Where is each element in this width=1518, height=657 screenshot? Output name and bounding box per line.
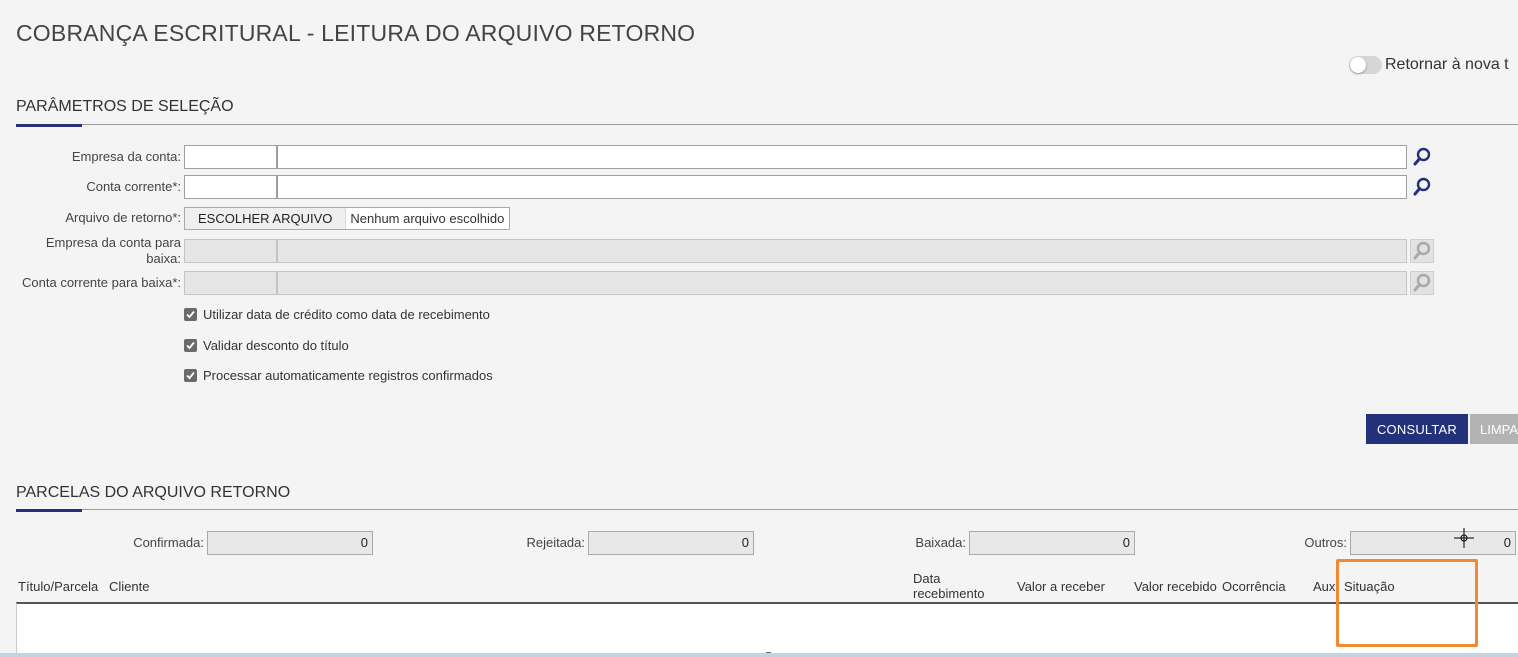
col-valor-receber[interactable]: Valor a receber	[1017, 579, 1105, 594]
limpar-button[interactable]: LIMPA	[1470, 414, 1518, 444]
check-icon	[186, 371, 195, 380]
conta-corrente-name-input[interactable]	[277, 175, 1407, 199]
parcelas-section-title: PARCELAS DO ARQUIVO RETORNO	[16, 484, 291, 501]
selection-divider	[16, 124, 1518, 125]
col-data-recebimento[interactable]: Data recebimento	[913, 571, 985, 601]
empresa-conta-code-input[interactable]	[184, 145, 277, 169]
col-data-line1: Data	[913, 571, 941, 586]
search-icon	[1413, 241, 1431, 260]
grid-body	[16, 602, 1518, 653]
baixada-count: 0	[969, 531, 1135, 555]
search-icon	[1413, 147, 1431, 166]
search-icon	[1413, 177, 1431, 196]
conta-corrente-search-button[interactable]	[1410, 175, 1434, 199]
choose-file-button[interactable]: ESCOLHER ARQUIVO	[185, 208, 347, 229]
check-icon	[186, 310, 195, 319]
outros-label: Outros:	[1304, 535, 1347, 550]
baixada-label: Baixada:	[915, 535, 966, 550]
file-input[interactable]: ESCOLHER ARQUIVO Nenhum arquivo escolhid…	[184, 207, 510, 230]
situacao-highlight	[1336, 559, 1478, 647]
option-auto-process[interactable]: Processar automaticamente registros conf…	[184, 368, 493, 383]
outros-count: 0	[1350, 531, 1516, 555]
col-cliente[interactable]: Cliente	[109, 579, 149, 594]
parcelas-divider	[16, 509, 1518, 510]
empresa-baixa-code-input	[184, 239, 277, 263]
empresa-baixa-search-button	[1410, 239, 1434, 263]
col-valor-recebido[interactable]: Valor recebido	[1134, 579, 1217, 594]
search-icon	[1413, 273, 1431, 292]
selection-section-title: PARÂMETROS DE SELEÇÃO	[16, 98, 234, 115]
empresa-baixa-name-input	[277, 239, 1407, 263]
crosshair-cursor-icon	[1454, 528, 1474, 548]
credit-date-label: Utilizar data de crédito como data de re…	[203, 307, 490, 322]
conta-baixa-name-input	[277, 271, 1407, 295]
conta-baixa-label: Conta corrente para baixa*:	[22, 275, 181, 290]
arquivo-retorno-label: Arquivo de retorno*:	[65, 210, 181, 225]
rejeitada-count: 0	[588, 531, 754, 555]
conta-corrente-label: Conta corrente*:	[86, 179, 181, 194]
col-aux[interactable]: Aux	[1313, 579, 1335, 594]
file-status: Nenhum arquivo escolhido	[350, 211, 505, 226]
validate-discount-checkbox[interactable]	[184, 339, 197, 352]
col-ocorrencia[interactable]: Ocorrência	[1222, 579, 1286, 594]
return-toggle[interactable]: Retornar à nova t	[1349, 56, 1509, 74]
col-data-line2: recebimento	[913, 586, 985, 601]
validate-discount-label: Validar desconto do título	[203, 338, 349, 353]
toggle-knob	[1350, 57, 1366, 73]
confirmada-count: 0	[207, 531, 373, 555]
option-validate-discount[interactable]: Validar desconto do título	[184, 338, 349, 353]
selection-accent	[16, 124, 82, 127]
conta-corrente-code-input[interactable]	[184, 175, 277, 199]
auto-process-label: Processar automaticamente registros conf…	[203, 368, 493, 383]
empresa-baixa-label: Empresa da conta para baixa:	[1, 235, 181, 267]
consultar-button[interactable]: CONSULTAR	[1366, 414, 1468, 444]
parcelas-accent	[16, 509, 82, 512]
option-credit-date[interactable]: Utilizar data de crédito como data de re…	[184, 307, 490, 322]
conta-baixa-search-button	[1410, 271, 1434, 295]
toggle-switch[interactable]	[1349, 56, 1382, 74]
auto-process-checkbox[interactable]	[184, 369, 197, 382]
empresa-conta-name-input[interactable]	[277, 145, 1407, 169]
page-title: COBRANÇA ESCRITURAL - LEITURA DO ARQUIVO…	[16, 20, 696, 46]
bottom-scrollbar[interactable]	[0, 653, 1518, 657]
check-icon	[186, 341, 195, 350]
conta-baixa-code-input	[184, 271, 277, 295]
toggle-label: Retornar à nova t	[1385, 56, 1509, 73]
confirmada-label: Confirmada:	[133, 535, 204, 550]
credit-date-checkbox[interactable]	[184, 308, 197, 321]
col-titulo-parcela[interactable]: Título/Parcela	[18, 579, 98, 594]
empresa-conta-search-button[interactable]	[1410, 145, 1434, 169]
empresa-conta-label: Empresa da conta:	[71, 149, 181, 164]
empresa-baixa-label-line1: Empresa da conta para	[45, 235, 181, 250]
rejeitada-label: Rejeitada:	[526, 535, 585, 550]
empresa-baixa-label-line2: baixa:	[146, 251, 181, 266]
